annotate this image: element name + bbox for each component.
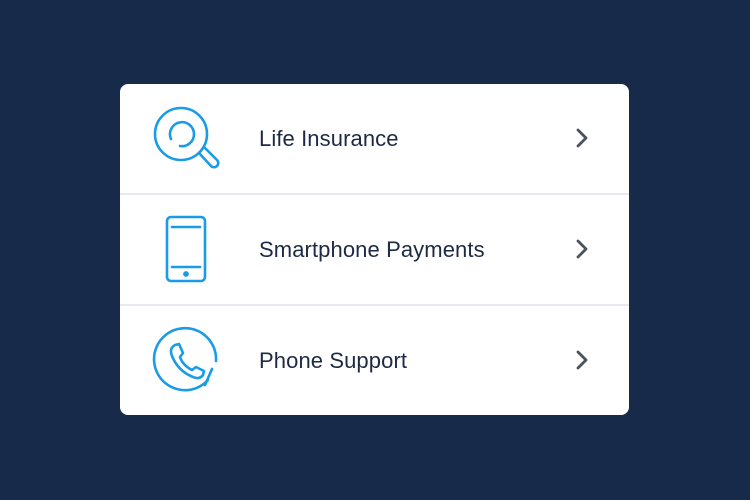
smartphone-icon	[150, 214, 222, 286]
menu-item-smartphone-payments[interactable]: Smartphone Payments	[120, 195, 629, 304]
menu-item-phone-support[interactable]: Phone Support	[120, 306, 629, 415]
menu-item-label: Smartphone Payments	[259, 237, 485, 262]
chevron-right-icon[interactable]	[570, 126, 594, 150]
chevron-right-icon[interactable]	[570, 348, 594, 372]
menu-card: Life Insurance Smartphone Payments Phone…	[120, 84, 629, 415]
chevron-right-icon[interactable]	[570, 237, 594, 261]
magnifier-icon	[150, 103, 222, 175]
menu-item-label: Phone Support	[259, 348, 408, 373]
phone-handset-icon	[150, 325, 222, 397]
menu-item-label: Life Insurance	[259, 126, 399, 151]
menu-item-life-insurance[interactable]: Life Insurance	[120, 84, 629, 193]
